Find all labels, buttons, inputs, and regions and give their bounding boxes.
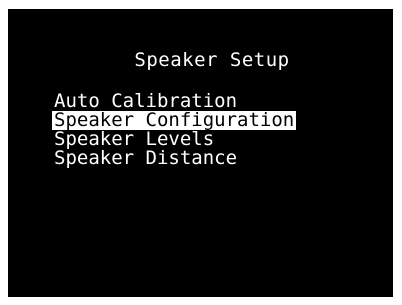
menu-item-speaker-distance[interactable]: Speaker Distance	[52, 149, 296, 168]
osd-screen: Speaker Setup Auto Calibration Speaker C…	[8, 9, 393, 297]
page-title: Speaker Setup	[134, 49, 290, 71]
setup-menu: Auto Calibration Speaker Configuration S…	[52, 92, 297, 168]
